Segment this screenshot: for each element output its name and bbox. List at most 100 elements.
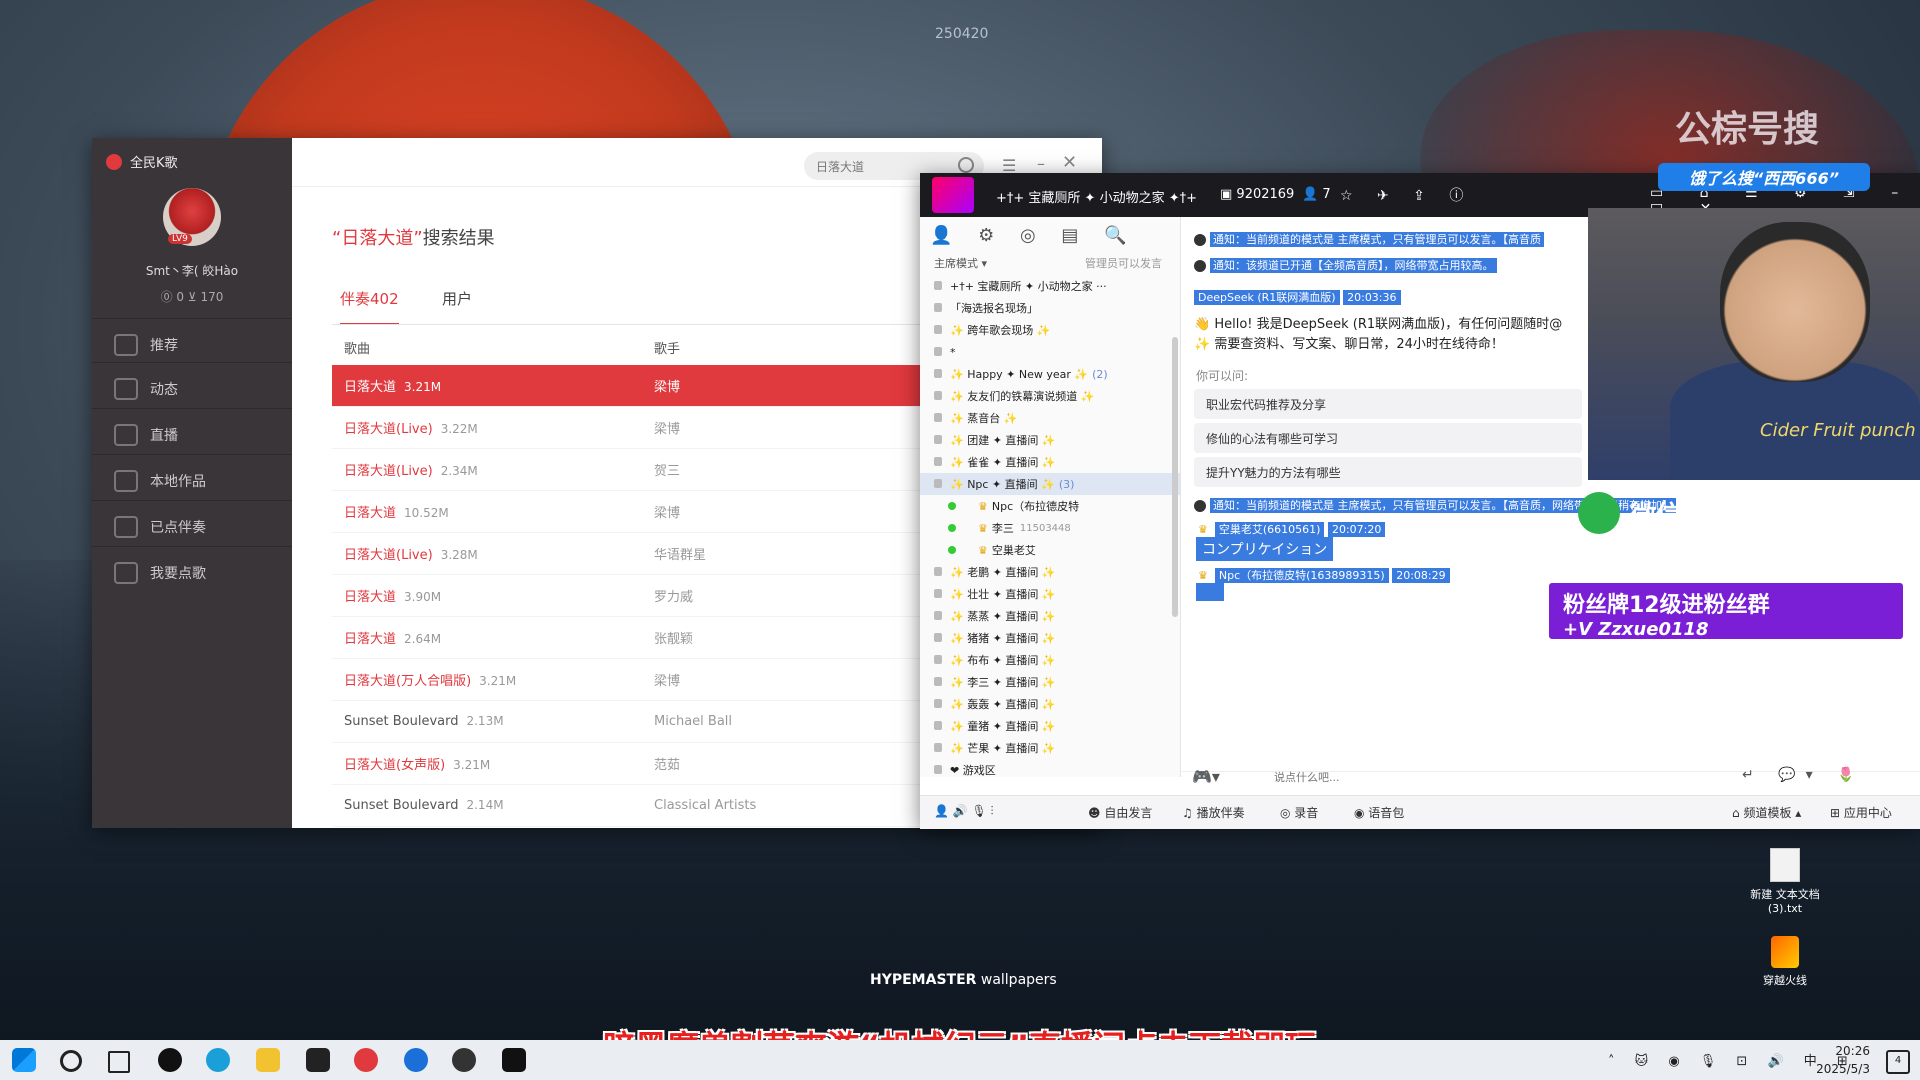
fan-group-banner: 粉丝牌12级进粉丝群 +V Zzxue0118 bbox=[1546, 580, 1906, 642]
taskbar: ˄ 🐱 ◉ 🎙 ⊡ 🔊 中 ⊞ 20:26 2025/5/3 4 bbox=[0, 1040, 1920, 1080]
sidebar-item-live[interactable]: 直播 bbox=[92, 408, 292, 460]
chat-input[interactable] bbox=[1272, 763, 1656, 791]
capture-icon[interactable] bbox=[502, 1048, 526, 1072]
lock-icon bbox=[934, 457, 942, 466]
clock-time: 20:26 bbox=[1835, 1044, 1870, 1058]
desktop-icon-label: 新建 文本文档 (3).txt bbox=[1750, 888, 1820, 915]
sidebar-item-label: 我要点歌 bbox=[150, 565, 206, 582]
kugou-icon[interactable] bbox=[404, 1048, 428, 1072]
sidebar-tool-icons[interactable]: 👤 ⚙ ◎ ▤ 🔍 bbox=[930, 225, 1137, 246]
channel-label: ✨ Happy ✦ New year ✨ bbox=[950, 367, 1089, 381]
tab-users[interactable]: 用户 bbox=[442, 288, 472, 309]
wechat-icon bbox=[1578, 492, 1620, 534]
app-center-button[interactable]: ⊞ 应用中心 bbox=[1830, 804, 1892, 821]
channel-item[interactable]: ✨ 雀雀 ✦ 直播间 ✨ bbox=[920, 451, 1180, 473]
text-file-icon bbox=[1770, 848, 1800, 882]
task-view-icon[interactable] bbox=[108, 1051, 130, 1073]
search-icon[interactable] bbox=[60, 1050, 82, 1072]
channel-item[interactable]: ✨ 轰轰 ✦ 直播间 ✨ bbox=[920, 693, 1180, 715]
song-title: 日落大道(万人合唱版) bbox=[344, 674, 472, 689]
play-accompaniment-button[interactable]: ♫ 播放伴奏 bbox=[1182, 804, 1245, 821]
search-icon[interactable] bbox=[958, 157, 974, 173]
channel-label: ✨ 猪猪 ✦ 直播间 ✨ bbox=[950, 632, 1056, 645]
bot-message: 👋 Hello! 我是DeepSeek (R1联网满血版)，有任何问题随时@ ✨ … bbox=[1194, 315, 1594, 355]
song-title: 日落大道(女声版) bbox=[344, 758, 446, 773]
channel-user[interactable]: ♛ Npc（布拉德皮特 bbox=[920, 495, 1180, 517]
desktop-icon-game[interactable]: 穿越火线 bbox=[1740, 936, 1830, 988]
minimize-icon[interactable]: – bbox=[1037, 154, 1045, 173]
song-cell: Sunset Boulevard 2.13M bbox=[332, 714, 654, 729]
channel-item[interactable]: ✨ 猪猪 ✦ 直播间 ✨ bbox=[920, 627, 1180, 649]
channel-item[interactable]: ✨ 布布 ✦ 直播间 ✨ bbox=[920, 649, 1180, 671]
suggestion-item[interactable]: 提升YY魅力的方法有哪些 bbox=[1194, 457, 1582, 487]
channel-item[interactable]: ✨ 蒸音台 ✨ bbox=[920, 407, 1180, 429]
desktop-icon-textfile[interactable]: 新建 文本文档 (3).txt bbox=[1740, 848, 1830, 915]
bottom-tool-icons[interactable]: 👤 🔊 🎙 ⫶ bbox=[934, 804, 994, 819]
folder-icon[interactable] bbox=[256, 1048, 280, 1072]
channel-user[interactable]: ♛ 李三 11503448 bbox=[920, 517, 1180, 539]
channel-item[interactable]: ✨ 芒果 ✦ 直播间 ✨ bbox=[920, 737, 1180, 759]
channel-item[interactable]: ✨ Npc ✦ 直播间 ✨ (3) bbox=[920, 473, 1180, 495]
channel-item[interactable]: ✨ Happy ✦ New year ✨ (2) bbox=[920, 363, 1180, 385]
free-speak-button[interactable]: ☻ 自由发言 bbox=[1088, 804, 1152, 821]
vip-icon: ♛ bbox=[1198, 569, 1208, 582]
karaoke-taskbar-icon[interactable] bbox=[354, 1048, 378, 1072]
sidebar-item-feed[interactable]: 动态 bbox=[92, 362, 292, 414]
channel-item[interactable]: 「海选报名现场」 bbox=[920, 297, 1180, 319]
clock[interactable]: 20:26 2025/5/3 bbox=[1810, 1042, 1870, 1078]
sidebar-item-request[interactable]: 我要点歌 bbox=[92, 546, 292, 598]
channel-item[interactable]: * bbox=[920, 341, 1180, 363]
channel-item[interactable]: ✨ 跨年歌会现场 ✨ bbox=[920, 319, 1180, 341]
lock-icon bbox=[934, 281, 942, 290]
channel-avatar[interactable] bbox=[932, 177, 974, 213]
channel-label: 空巢老艾 bbox=[991, 544, 1036, 557]
lock-icon bbox=[934, 435, 942, 444]
message-author: ♛ Npc（布拉德皮特(1638989315) 20:08:29 bbox=[1194, 567, 1450, 583]
crown-icon: ♛ bbox=[978, 543, 988, 557]
channel-item[interactable]: ✨ 团建 ✦ 直播间 ✨ bbox=[920, 429, 1180, 451]
channel-item[interactable]: ❤ 游戏区 bbox=[920, 759, 1180, 781]
edge-icon[interactable] bbox=[206, 1048, 230, 1072]
channel-user[interactable]: ♛ 空巢老艾 bbox=[920, 539, 1180, 561]
chat-action-icons[interactable]: ↵ 💬▾ 🌷 bbox=[1742, 767, 1865, 783]
file-size: 2.13M bbox=[466, 714, 504, 728]
singer-cell: 罗力威 bbox=[654, 590, 694, 605]
header-action-icons[interactable]: ☆ ✈ ⇪ ⓘ bbox=[1340, 185, 1473, 205]
channel-template-button[interactable]: ⌂ 频道模板 ▴ bbox=[1732, 804, 1801, 821]
qq-icon[interactable] bbox=[158, 1048, 182, 1072]
scrollbar[interactable] bbox=[1172, 337, 1178, 617]
app-icon[interactable] bbox=[306, 1048, 330, 1072]
channel-item[interactable]: ✨ 壮壮 ✦ 直播间 ✨ bbox=[920, 583, 1180, 605]
channel-title: +†+ 宝藏厕所 ✦ 小动物之家 ✦†+ bbox=[996, 191, 1197, 206]
channel-item[interactable]: ✨ 老鹏 ✦ 直播间 ✨ bbox=[920, 561, 1180, 583]
bot-time: 20:03:36 bbox=[1343, 290, 1401, 305]
start-icon[interactable] bbox=[12, 1048, 36, 1072]
channel-item[interactable]: ✨ 友友们的铁幕演说频道 ✨ bbox=[920, 385, 1180, 407]
channel-item[interactable]: ✨ 蒸蒸 ✦ 直播间 ✨ bbox=[920, 605, 1180, 627]
suggestion-item[interactable]: 职业宏代码推荐及分享 bbox=[1194, 389, 1582, 419]
chat-icon bbox=[114, 377, 138, 400]
file-size: 2.64M bbox=[404, 632, 442, 646]
file-size: 2.34M bbox=[440, 464, 478, 478]
lock-icon bbox=[934, 677, 942, 686]
notice-icon bbox=[1194, 500, 1206, 512]
member-count: (2) bbox=[1092, 367, 1108, 381]
shirt-text: Cider Fruit punch bbox=[1760, 420, 1916, 441]
suggestion-item[interactable]: 修仙的心法有哪些可学习 bbox=[1194, 423, 1582, 453]
gamepad-icon[interactable]: 🎮▾ bbox=[1192, 767, 1220, 786]
browser-icon[interactable] bbox=[452, 1048, 476, 1072]
tab-accompaniment[interactable]: 伴奏402 bbox=[340, 288, 399, 325]
song-title: Sunset Boulevard bbox=[344, 714, 459, 729]
channel-label: ✨ 团建 ✦ 直播间 ✨ bbox=[950, 434, 1056, 447]
record-button[interactable]: ◎ 录音 bbox=[1280, 804, 1318, 821]
channel-item[interactable]: +†+ 宝藏厕所 ✦ 小动物之家 ··· bbox=[920, 275, 1180, 297]
sidebar-item-local[interactable]: 本地作品 bbox=[92, 454, 292, 506]
notification-icon[interactable]: 4 bbox=[1886, 1050, 1910, 1074]
channel-item[interactable]: ✨ 李三 ✦ 直播间 ✨ bbox=[920, 671, 1180, 693]
mode-dropdown[interactable]: 主席模式 ▾ bbox=[934, 255, 987, 271]
close-icon[interactable]: ✕ bbox=[1062, 152, 1077, 173]
sidebar-item-queued[interactable]: 已点伴奏 bbox=[92, 500, 292, 552]
file-size: 2.14M bbox=[466, 798, 504, 812]
voice-pack-button[interactable]: ◉ 语音包 bbox=[1354, 804, 1404, 821]
channel-item[interactable]: ✨ 童猪 ✦ 直播间 ✨ bbox=[920, 715, 1180, 737]
